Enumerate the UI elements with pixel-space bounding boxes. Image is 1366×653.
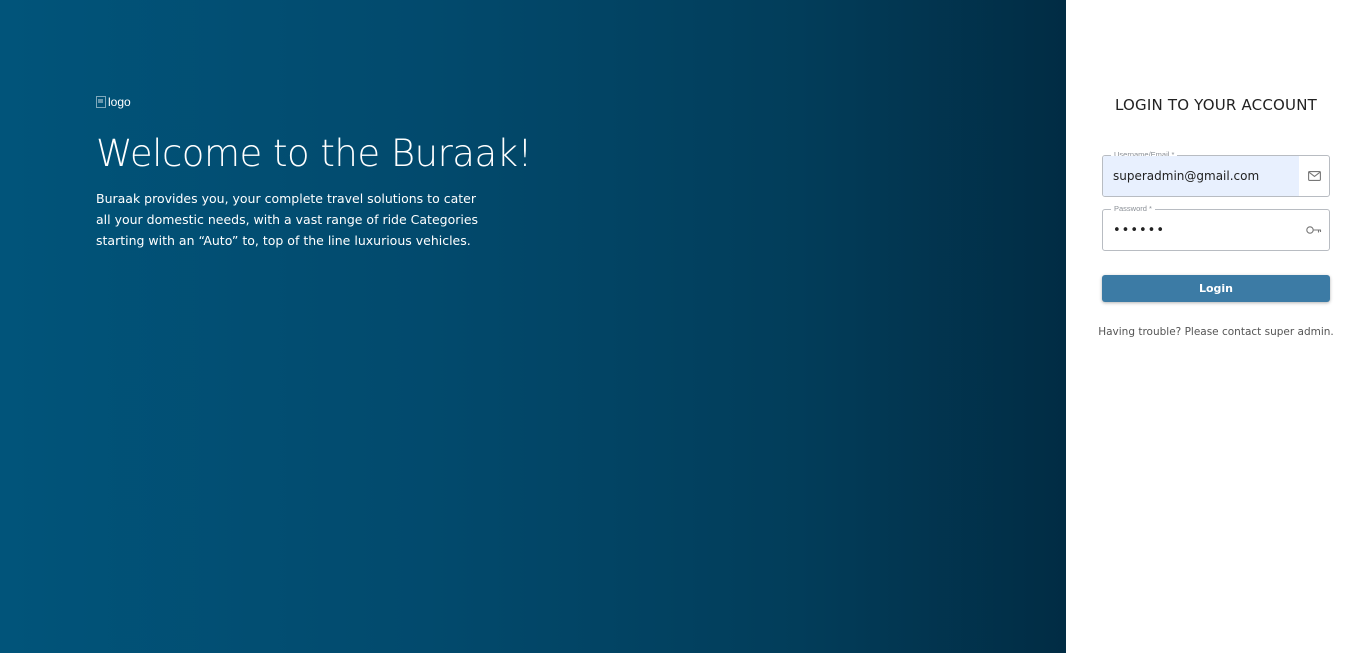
welcome-description: Buraak provides you, your complete trave… [96,191,479,248]
welcome-hero: logo Welcome to the Buraak! Buraak provi… [0,0,1066,653]
password-input[interactable] [1103,210,1299,250]
mail-icon [1299,156,1329,196]
hero-content: logo Welcome to the Buraak! Buraak provi… [96,95,532,251]
password-field[interactable]: Password * [1102,203,1330,251]
email-input[interactable] [1103,156,1299,196]
login-page: logo Welcome to the Buraak! Buraak provi… [0,0,1366,653]
logo-alt-text: logo [108,95,131,109]
help-text: Having trouble? Please contact super adm… [1098,326,1334,338]
broken-image-icon [96,96,106,108]
key-icon[interactable] [1299,210,1329,250]
login-panel: LOGIN TO YOUR ACCOUNT Username/Email * P… [1066,0,1366,653]
logo: logo [96,95,496,109]
email-field[interactable]: Username/Email * [1102,149,1330,197]
login-title: LOGIN TO YOUR ACCOUNT [1114,96,1318,114]
login-button[interactable]: Login [1102,275,1330,302]
welcome-headline: Welcome to the Buraak! [96,132,532,175]
